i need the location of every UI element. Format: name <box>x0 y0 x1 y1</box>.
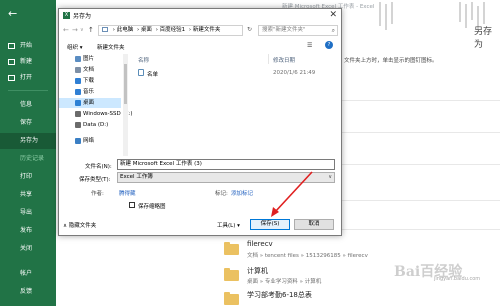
baidu-watermark: Bai百经验 jingyan.baidu.com <box>394 264 481 282</box>
tools-menu[interactable]: 工具(L) ▾ <box>217 221 240 229</box>
sidebar-item-save[interactable]: 保存 <box>0 115 56 131</box>
sidebar-item-history[interactable]: 历史记录 <box>0 151 56 167</box>
filename-row: 文件名(N): 新建 Microsoft Excel 工作表 (3) <box>59 159 341 171</box>
excel-file-icon <box>138 69 144 76</box>
nav-item-downloads[interactable]: 下载 <box>59 76 121 86</box>
nav-item-desktop[interactable]: 桌面 <box>59 98 121 108</box>
computer-icon <box>102 26 108 32</box>
new-file-icon <box>8 59 15 65</box>
metadata-row: 作者: 腾得藏 标记: 添加标记 <box>59 187 341 197</box>
desktop-icon <box>75 100 81 106</box>
navigation-pane: 图片 文档 下载 音乐 桌面 Windows-SSD (C:) Data (D:… <box>59 54 133 154</box>
sidebar-item-new[interactable]: 新建 <box>0 54 56 70</box>
dialog-title-bar: X 另存为 ✕ <box>59 9 341 23</box>
backstage-sidebar: ← 开始 新建 打开 信息 保存 另存为 历史记录 打印 共享 导出 发布 关闭… <box>0 0 56 306</box>
sidebar-item-share[interactable]: 共享 <box>0 187 56 203</box>
help-icon[interactable]: ? <box>325 41 333 49</box>
sidebar-item-home[interactable]: 开始 <box>0 38 56 54</box>
breadcrumb-segment[interactable]: › 新建文件夹 <box>189 26 220 35</box>
dialog-toolbar: 组织 ▾ 新建文件夹 ☰ ? <box>59 40 341 52</box>
folder-icon <box>224 268 239 281</box>
close-icon[interactable]: ✕ <box>329 10 337 20</box>
sidebar-item-open[interactable]: 打开 <box>0 70 56 86</box>
save-button[interactable]: 保存(S) <box>250 219 290 230</box>
nav-item-documents[interactable]: 文档 <box>59 65 121 75</box>
back-icon[interactable]: ← <box>63 26 69 35</box>
folder-icon <box>224 242 239 255</box>
chevron-up-icon: ∧ <box>63 223 68 229</box>
sidebar-item-print[interactable]: 打印 <box>0 169 56 185</box>
author-label: 作者: <box>91 191 104 197</box>
nav-item-music[interactable]: 音乐 <box>59 87 121 97</box>
home-icon <box>8 43 15 49</box>
column-divider[interactable] <box>268 54 269 64</box>
filename-input[interactable]: 新建 Microsoft Excel 工作表 (3) <box>117 159 335 170</box>
thumbnail-checkbox[interactable] <box>129 202 135 208</box>
organize-menu[interactable]: 组织 ▾ <box>67 43 83 51</box>
sidebar-item-save-as[interactable]: 另存为 <box>0 133 56 149</box>
file-row[interactable]: 名单 2020/1/6 21:49 <box>130 68 341 78</box>
sidebar-item-publish[interactable]: 发布 <box>0 223 56 239</box>
refresh-icon[interactable]: ↻ <box>247 26 252 33</box>
filename-label: 文件名(N): <box>85 164 112 170</box>
sidebar-item-account[interactable]: 帐户 <box>0 266 56 282</box>
documents-icon <box>75 67 81 73</box>
thumbnail-option[interactable]: 保存缩略图 <box>129 201 189 211</box>
breadcrumb-segment[interactable]: › 桌面 <box>137 26 152 35</box>
file-list: 名称 修改日期 名单 2020/1/6 21:49 <box>130 54 341 156</box>
drive-icon <box>75 111 81 117</box>
column-modified-header[interactable]: 修改日期 <box>273 56 295 64</box>
address-row: ← → ∨ ↑ › 此电脑 › 桌面 › 百度经验1 › 新建文件夹 ↻ 搜索"… <box>59 25 341 37</box>
excel-backstage: ← 开始 新建 打开 信息 保存 另存为 历史记录 打印 共享 导出 发布 关闭… <box>0 0 500 306</box>
open-folder-icon <box>8 75 15 81</box>
folder-icon <box>224 292 239 305</box>
breadcrumb-segment[interactable]: › 此电脑 <box>113 26 133 35</box>
nav-scrollbar[interactable] <box>123 54 128 156</box>
sidebar-item-info[interactable]: 信息 <box>0 97 56 113</box>
hide-folders-toggle[interactable]: ∧ 隐藏文件夹 <box>63 221 96 229</box>
network-icon <box>75 138 81 144</box>
back-arrow-icon[interactable]: ← <box>8 8 20 20</box>
filetype-select[interactable]: Excel 工作簿 ∨ <box>117 172 335 183</box>
recent-folder-item[interactable]: 学习部考勤6-18总表 <box>224 290 494 306</box>
sidebar-item-feedback[interactable]: 反馈 <box>0 284 56 300</box>
breadcrumb-segment[interactable]: › 百度经验1 <box>156 26 185 35</box>
chevron-down-icon: ∨ <box>328 174 332 180</box>
column-name-header[interactable]: 名称 <box>138 56 149 64</box>
music-icon <box>75 89 81 95</box>
scrollbar-thumb[interactable] <box>124 64 127 104</box>
view-options-icon[interactable]: ☰ <box>307 42 312 49</box>
nav-item-network[interactable]: 网络 <box>59 136 121 146</box>
drive-icon <box>75 122 81 128</box>
backstage-page-title: 另存为 <box>474 27 493 50</box>
search-icon: ⌕ <box>331 27 335 34</box>
pictures-icon <box>75 56 81 62</box>
nav-item-drive-c[interactable]: Windows-SSD (C:) <box>59 109 133 119</box>
pin-hint-text: 文件夹上方时，单击显示的图钉图标。 <box>344 58 438 64</box>
forward-icon[interactable]: → <box>72 26 78 35</box>
author-value[interactable]: 腾得藏 <box>119 189 136 197</box>
dialog-footer: ∧ 隐藏文件夹 工具(L) ▾ 保存(S) 取消 <box>59 217 341 233</box>
filetype-row: 保存类型(T): Excel 工作簿 ∨ <box>59 172 341 184</box>
sidebar-item-close[interactable]: 关闭 <box>0 241 56 257</box>
download-icon <box>75 78 81 84</box>
thumbnail-label: 保存缩略图 <box>138 204 166 210</box>
cancel-button[interactable]: 取消 <box>294 219 334 230</box>
new-folder-button[interactable]: 新建文件夹 <box>97 43 125 51</box>
excel-app-icon: X <box>63 12 70 19</box>
nav-item-drive-d[interactable]: Data (D:) <box>59 120 121 130</box>
address-bar[interactable]: › 此电脑 › 桌面 › 百度经验1 › 新建文件夹 <box>98 25 243 36</box>
filetype-label: 保存类型(T): <box>79 177 111 183</box>
nav-item-pictures[interactable]: 图片 <box>59 54 121 64</box>
chevron-down-icon[interactable]: ∨ <box>80 26 84 35</box>
up-arrow-icon[interactable]: ↑ <box>88 26 94 35</box>
sidebar-item-export[interactable]: 导出 <box>0 205 56 221</box>
search-input[interactable]: 搜索"新建文件夹" ⌕ <box>258 25 338 36</box>
dialog-title: 另存为 <box>73 13 92 20</box>
list-header: 名称 修改日期 <box>130 54 341 64</box>
sidebar-divider <box>8 90 48 91</box>
tags-label: 标记: <box>215 191 228 197</box>
save-as-dialog: X 另存为 ✕ ← → ∨ ↑ › 此电脑 › 桌面 › 百度经验1 › 新建文… <box>58 8 342 236</box>
tags-value[interactable]: 添加标记 <box>231 189 253 197</box>
